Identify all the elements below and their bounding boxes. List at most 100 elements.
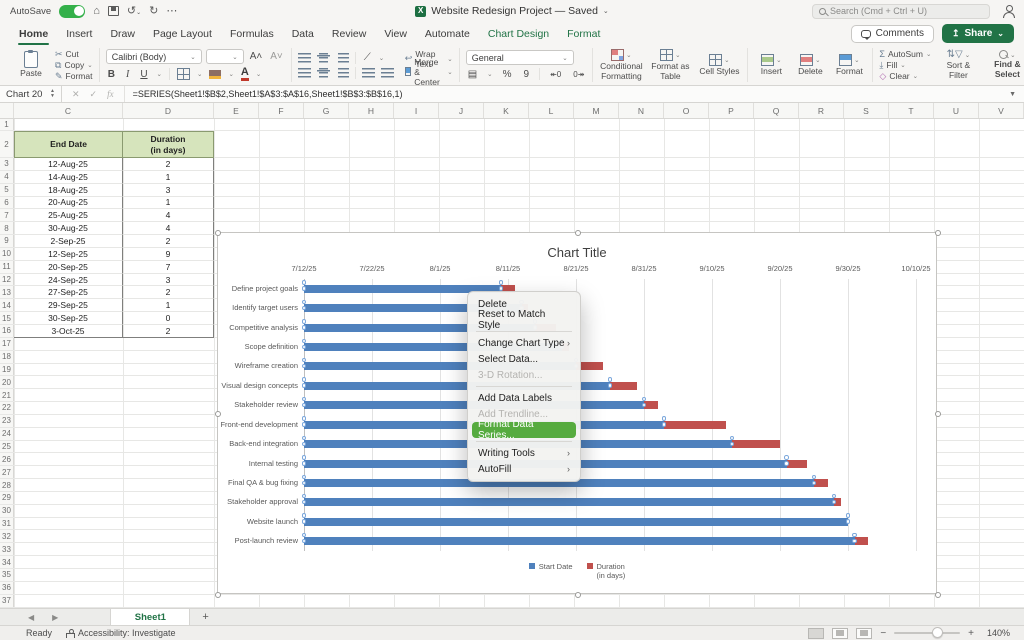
align-right-icon[interactable] — [336, 67, 349, 78]
column-header-R[interactable]: R — [799, 103, 844, 118]
row-header-37[interactable]: 37 — [0, 595, 14, 607]
format-as-table-button[interactable]: ⌄ Format as Table — [648, 49, 692, 82]
tab-draw[interactable]: Draw — [101, 24, 144, 44]
row-header-15[interactable]: 15 — [0, 312, 14, 324]
series-selection-handle[interactable] — [302, 436, 307, 441]
column-header-F[interactable]: F — [259, 103, 304, 118]
end-date-cell[interactable]: 24-Sep-25 — [14, 274, 123, 287]
conditional-formatting-button[interactable]: ⌄ Conditional Formatting — [599, 49, 643, 82]
duration-cell[interactable]: 1 — [123, 171, 214, 184]
row-header-17[interactable]: 17 — [0, 338, 14, 350]
table-row[interactable]: 30-Aug-254 — [14, 222, 214, 235]
menu-item-select-data[interactable]: Select Data... — [468, 351, 580, 367]
table-row[interactable]: 29-Sep-251 — [14, 299, 214, 312]
row-header-18[interactable]: 18 — [0, 351, 14, 363]
copy-button[interactable]: ⧉Copy⌄ — [55, 60, 93, 70]
series-selection-handle[interactable] — [662, 416, 667, 421]
table-row[interactable]: 30-Sep-250 — [14, 312, 214, 325]
row-header-7[interactable]: 7 — [0, 209, 14, 221]
end-date-cell[interactable]: 12-Aug-25 — [14, 158, 123, 171]
end-date-cell[interactable]: 12-Sep-25 — [14, 248, 123, 261]
end-date-cell[interactable]: 18-Aug-25 — [14, 184, 123, 197]
series-selection-handle[interactable] — [302, 422, 307, 427]
cell-styles-button[interactable]: ⌄ Cell Styles — [697, 54, 741, 77]
delete-cells-button[interactable]: ⌄ Delete — [793, 54, 827, 77]
increase-decimal-icon[interactable]: ↞0 — [548, 70, 563, 79]
series-selection-handle[interactable] — [302, 280, 307, 285]
table-row[interactable]: 20-Sep-257 — [14, 261, 214, 274]
row-header-9[interactable]: 9 — [0, 235, 14, 247]
formula-bar-expand-icon[interactable]: ▼ — [1009, 91, 1024, 98]
series-selection-handle[interactable] — [302, 377, 307, 382]
zoom-slider[interactable] — [894, 632, 960, 635]
align-bottom-icon[interactable] — [336, 52, 349, 63]
series-selection-handle[interactable] — [784, 461, 789, 466]
tab-review[interactable]: Review — [323, 24, 375, 44]
decrease-decimal-icon[interactable]: 0↠ — [571, 70, 586, 79]
row-header-34[interactable]: 34 — [0, 556, 14, 568]
end-date-cell[interactable]: 20-Sep-25 — [14, 261, 123, 274]
column-header-H[interactable]: H — [349, 103, 394, 118]
end-date-cell[interactable]: 29-Sep-25 — [14, 299, 123, 312]
comma-style-icon[interactable]: 9 — [522, 69, 532, 80]
share-button[interactable]: ↥ Share ⌄ — [942, 24, 1014, 43]
row-header-21[interactable]: 21 — [0, 389, 14, 401]
series-selection-handle[interactable] — [662, 422, 667, 427]
undo-icon[interactable]: ↺⌄ — [127, 6, 141, 17]
italic-button[interactable]: I — [124, 69, 131, 80]
series-selection-handle[interactable] — [302, 461, 307, 466]
prev-sheet-icon[interactable]: ◀ — [28, 613, 34, 622]
find-select-button[interactable]: ⌄ Find & Select — [985, 50, 1024, 80]
row-header-5[interactable]: 5 — [0, 184, 14, 196]
account-icon[interactable] — [1002, 5, 1014, 17]
end-date-cell[interactable]: 14-Aug-25 — [14, 171, 123, 184]
duration-bar[interactable] — [644, 401, 658, 409]
legend-item[interactable]: Start Date — [529, 562, 573, 571]
table-row[interactable]: 3-Oct-252 — [14, 325, 214, 338]
row-header-24[interactable]: 24 — [0, 428, 14, 440]
cancel-icon[interactable]: ✕ — [72, 89, 80, 100]
row-header-10[interactable]: 10 — [0, 248, 14, 260]
table-row[interactable]: 24-Sep-253 — [14, 274, 214, 287]
series-selection-handle[interactable] — [302, 475, 307, 480]
save-icon[interactable] — [108, 6, 119, 16]
end-date-cell[interactable]: 30-Aug-25 — [14, 222, 123, 235]
autosave-toggle[interactable] — [59, 5, 85, 18]
paste-button[interactable]: Paste — [12, 51, 50, 79]
series-selection-handle[interactable] — [302, 325, 307, 330]
tab-home[interactable]: Home — [10, 24, 57, 44]
duration-cell[interactable]: 3 — [123, 184, 214, 197]
row-header-2[interactable]: 2 — [0, 131, 14, 157]
table-row[interactable]: 27-Sep-252 — [14, 286, 214, 299]
end-date-cell[interactable]: 20-Aug-25 — [14, 197, 123, 210]
duration-bar[interactable] — [814, 479, 828, 487]
series-selection-handle[interactable] — [302, 286, 307, 291]
tab-data[interactable]: Data — [283, 24, 323, 44]
fill-color-icon[interactable] — [209, 70, 221, 79]
tab-view[interactable]: View — [375, 24, 416, 44]
grid-corner[interactable] — [0, 103, 14, 118]
row-header-32[interactable]: 32 — [0, 530, 14, 542]
grid-row-1[interactable]: 1 — [0, 119, 1024, 131]
row-header-22[interactable]: 22 — [0, 402, 14, 414]
series-selection-handle[interactable] — [812, 475, 817, 480]
chart-frame-handle[interactable] — [215, 592, 221, 598]
spreadsheet-grid[interactable]: CDEFGHIJKLMNOPQRSTUV 1234567891011121314… — [0, 103, 1024, 608]
chart-frame-handle[interactable] — [215, 230, 221, 236]
tab-insert[interactable]: Insert — [57, 24, 101, 44]
column-header-T[interactable]: T — [889, 103, 934, 118]
accounting-format-icon[interactable]: ▤ — [466, 69, 479, 80]
column-header-J[interactable]: J — [439, 103, 484, 118]
row-header-35[interactable]: 35 — [0, 569, 14, 581]
series-selection-handle[interactable] — [302, 300, 307, 305]
table-header-end-date[interactable]: End Date — [14, 131, 123, 158]
column-header-G[interactable]: G — [304, 103, 349, 118]
fill-button[interactable]: ⤓Fill⌄ — [879, 60, 931, 70]
insert-cells-button[interactable]: ⌄ Insert — [754, 54, 788, 77]
row-header-13[interactable]: 13 — [0, 286, 14, 298]
bold-button[interactable]: B — [106, 69, 117, 80]
normal-view-icon[interactable] — [808, 628, 824, 639]
zoom-out-button[interactable]: − — [880, 628, 886, 639]
name-box[interactable]: Chart 20 ▲▼ — [0, 86, 62, 102]
row-header-27[interactable]: 27 — [0, 466, 14, 478]
